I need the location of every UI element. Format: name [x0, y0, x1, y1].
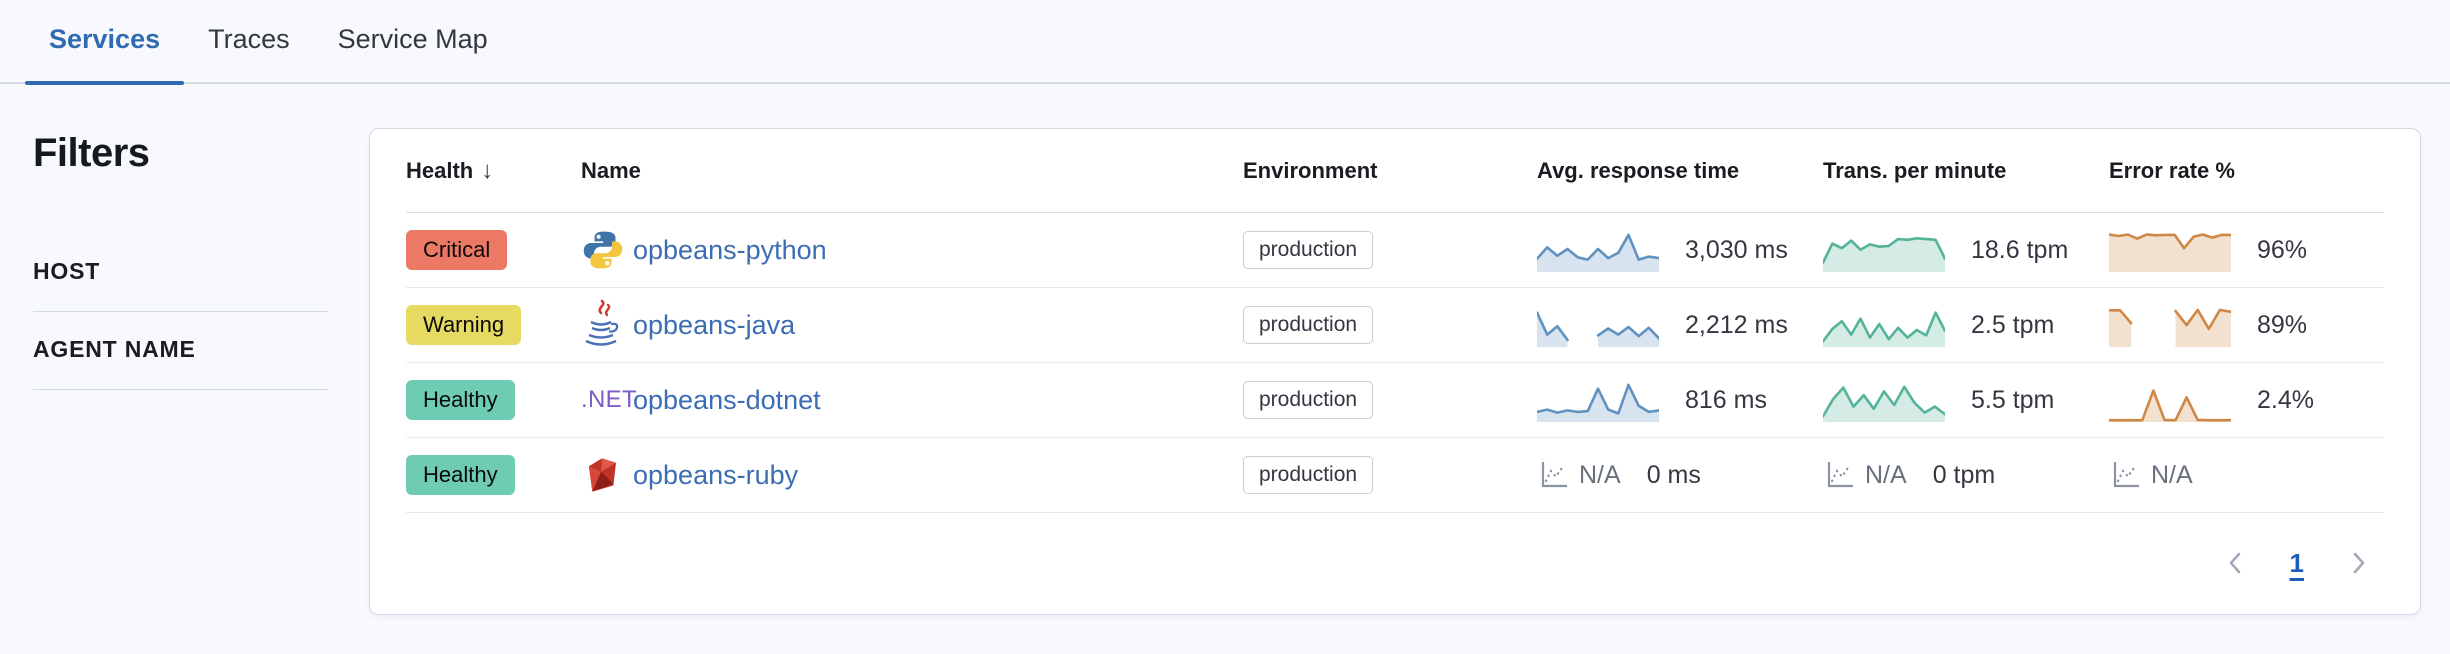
filters-sidebar: Filters HOSTAGENT NAME — [0, 84, 369, 390]
column-header-throughput[interactable]: Trans. per minute — [1823, 158, 2109, 184]
page-body: Filters HOSTAGENT NAME Health ↓ Name Env… — [0, 84, 2450, 615]
metric-value: 18.6 tpm — [1971, 236, 2068, 265]
latency-sparkline — [1537, 227, 1659, 273]
column-header-name[interactable]: Name — [581, 158, 1243, 184]
metric-value: 89% — [2257, 311, 2307, 340]
na-label: N/A — [2151, 461, 2193, 490]
error-rate-cell: 89% — [2109, 302, 2384, 348]
service-name-link[interactable]: opbeans-java — [633, 310, 795, 341]
column-header-error-rate[interactable]: Error rate % — [2109, 158, 2384, 184]
service-name-link[interactable]: opbeans-ruby — [633, 460, 798, 491]
metric-value: 0 tpm — [1933, 461, 1996, 490]
latency-sparkline — [1537, 302, 1659, 348]
throughput-cell: 5.5 tpm — [1823, 377, 2109, 423]
throughput-cell: 18.6 tpm — [1823, 227, 2109, 273]
services-panel: Health ↓ Name Environment Avg. response … — [369, 128, 2421, 615]
environment-badge: production — [1243, 381, 1373, 419]
java-logo-icon — [581, 299, 633, 351]
latency-cell: 816 ms — [1537, 377, 1823, 423]
na-label: N/A — [1579, 461, 1621, 490]
tab-bar: ServicesTracesService Map — [0, 0, 2450, 84]
throughput-sparkline — [1823, 377, 1945, 423]
tab-service-map[interactable]: Service Map — [314, 24, 512, 82]
filter-group-list: HOSTAGENT NAME — [33, 234, 369, 390]
tab-traces[interactable]: Traces — [184, 24, 314, 82]
tab-services[interactable]: Services — [25, 24, 184, 82]
metric-value: 3,030 ms — [1685, 236, 1788, 265]
health-badge: Healthy — [406, 380, 515, 420]
no-data-placeholder: N/A — [1823, 459, 1907, 491]
table-row: Healthy opbeans-ruby production N/A 0 ms… — [406, 438, 2384, 513]
latency-cell: 3,030 ms — [1537, 227, 1823, 273]
health-badge: Warning — [406, 305, 521, 345]
health-badge: Critical — [406, 230, 507, 270]
throughput-sparkline — [1823, 302, 1945, 348]
service-name-link[interactable]: opbeans-dotnet — [633, 385, 821, 416]
metric-value: 2,212 ms — [1685, 311, 1788, 340]
health-badge: Healthy — [406, 455, 515, 495]
filters-title: Filters — [33, 130, 369, 176]
chevron-left-icon[interactable] — [2222, 549, 2250, 577]
error-rate-sparkline — [2109, 302, 2231, 348]
page-number-1[interactable]: 1 — [2290, 548, 2304, 579]
chart-placeholder-icon — [1823, 459, 1855, 491]
throughput-cell: 2.5 tpm — [1823, 302, 2109, 348]
latency-cell: 2,212 ms — [1537, 302, 1823, 348]
column-header-environment[interactable]: Environment — [1243, 158, 1537, 184]
throughput-sparkline — [1823, 227, 1945, 273]
ruby-logo-icon — [581, 453, 633, 497]
metric-value: 2.4% — [2257, 386, 2314, 415]
chart-placeholder-icon — [2109, 459, 2141, 491]
table-header-row: Health ↓ Name Environment Avg. response … — [406, 129, 2384, 213]
error-rate-cell: N/A — [2109, 459, 2384, 491]
table-row: Warning opbeans-java production 2,212 ms… — [406, 288, 2384, 363]
metric-value: 2.5 tpm — [1971, 311, 2054, 340]
table-row: Healthy .NET opbeans-dotnet production 8… — [406, 363, 2384, 438]
metric-value: 5.5 tpm — [1971, 386, 2054, 415]
chevron-right-icon[interactable] — [2344, 549, 2372, 577]
throughput-cell: N/A 0 tpm — [1823, 459, 2109, 491]
environment-badge: production — [1243, 231, 1373, 269]
python-logo-icon — [581, 228, 633, 272]
metric-value: 0 ms — [1647, 461, 1701, 490]
environment-badge: production — [1243, 456, 1373, 494]
error-rate-sparkline — [2109, 377, 2231, 423]
environment-badge: production — [1243, 306, 1373, 344]
latency-cell: N/A 0 ms — [1537, 459, 1823, 491]
latency-sparkline — [1537, 377, 1659, 423]
error-rate-cell: 2.4% — [2109, 377, 2384, 423]
dotnet-logo-icon: .NET — [581, 386, 633, 414]
table-body: Critical opbeans-python production 3,030… — [406, 213, 2384, 513]
pagination: 1 — [406, 513, 2384, 613]
no-data-placeholder: N/A — [2109, 459, 2193, 491]
sort-descending-icon: ↓ — [481, 157, 493, 185]
error-rate-cell: 96% — [2109, 227, 2384, 273]
filter-group-host[interactable]: HOST — [33, 234, 328, 312]
chart-placeholder-icon — [1537, 459, 1569, 491]
metric-value: 96% — [2257, 236, 2307, 265]
na-label: N/A — [1865, 461, 1907, 490]
error-rate-sparkline — [2109, 227, 2231, 273]
no-data-placeholder: N/A — [1537, 459, 1621, 491]
filter-group-agent-name[interactable]: AGENT NAME — [33, 312, 328, 390]
metric-value: 816 ms — [1685, 386, 1767, 415]
column-header-latency[interactable]: Avg. response time — [1537, 158, 1823, 184]
service-name-link[interactable]: opbeans-python — [633, 235, 827, 266]
column-header-health[interactable]: Health ↓ — [406, 157, 581, 185]
table-row: Critical opbeans-python production 3,030… — [406, 213, 2384, 288]
